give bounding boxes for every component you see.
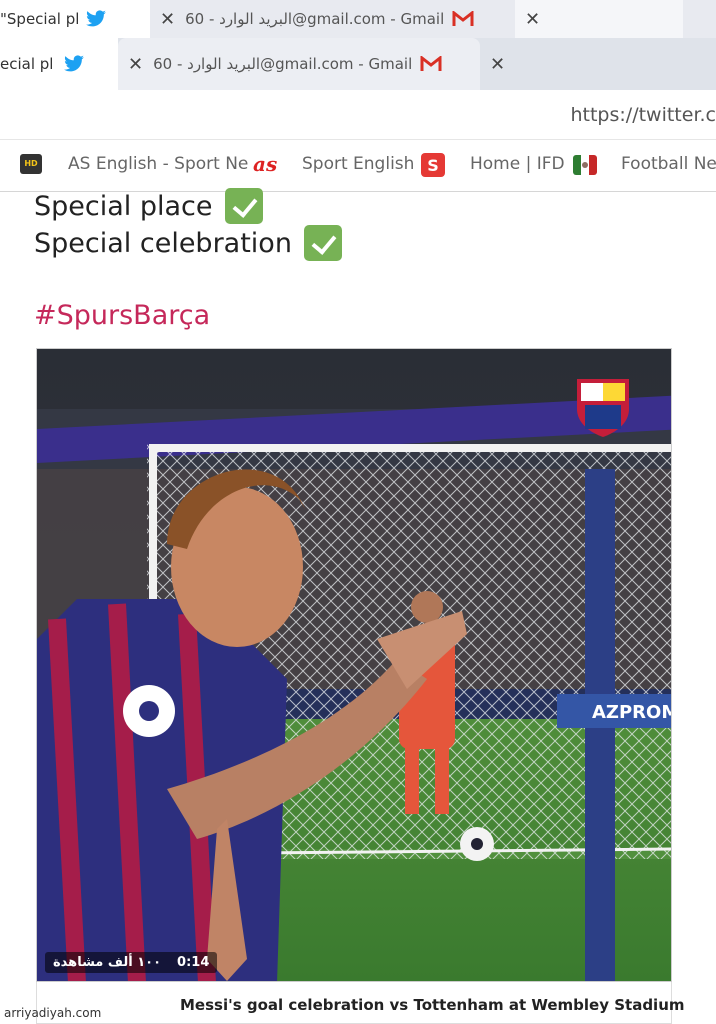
- tab-label: البريد الوارد - 60@gmail.com - Gmail: [185, 10, 445, 28]
- tab-label: البريد الوارد - 60@gmail.com - Gmail: [153, 55, 413, 73]
- twitter-bird-icon: [64, 55, 85, 72]
- tab-strip: ecial pl ✕ البريد الوارد - 60@gmail.com …: [0, 38, 716, 90]
- as-logo-icon: as: [253, 152, 278, 176]
- close-icon[interactable]: ✕: [160, 9, 175, 30]
- hd-icon: HD: [20, 154, 42, 174]
- video-caption: Messi's goal celebration vs Tottenham at…: [180, 996, 685, 1014]
- check-mark-icon: [224, 188, 263, 224]
- close-icon[interactable]: ✕: [490, 54, 505, 75]
- tab-empty-back[interactable]: ✕: [515, 0, 683, 38]
- tweet-line-1: Special place: [34, 188, 263, 224]
- bookmark-football-news[interactable]: Football Ne: [621, 154, 716, 174]
- tab-gmail-back[interactable]: ✕ البريد الوارد - 60@gmail.com - Gmail: [150, 0, 515, 38]
- s-logo-icon: S: [421, 153, 445, 177]
- view-count: ١٠٠ ألف مشاهدة: [53, 955, 162, 970]
- bookmark-label: Home | IFD: [470, 154, 565, 174]
- tab-gmail[interactable]: ✕ البريد الوارد - 60@gmail.com - Gmail: [118, 38, 480, 90]
- video-frame: AZPROM: [37, 349, 672, 981]
- twitter-bird-icon: [86, 10, 107, 27]
- close-icon[interactable]: ✕: [128, 54, 143, 75]
- hashtag-link[interactable]: #SpursBarça: [34, 300, 210, 331]
- tweet-text: Special celebration: [34, 227, 292, 259]
- video-player[interactable]: AZPROM ١٠٠ ألف مشاهدة 0:14: [36, 348, 672, 982]
- check-mark-icon: [303, 225, 342, 261]
- video-meta: ١٠٠ ألف مشاهدة 0:14: [45, 952, 218, 973]
- bookmark-as-english[interactable]: AS English - Sport Ne: [68, 154, 248, 174]
- gmail-icon: [420, 56, 442, 71]
- bookmark-home-ifd[interactable]: Home | IFD: [470, 154, 565, 174]
- url-text[interactable]: https://twitter.c: [570, 104, 716, 126]
- tab-label: "Special pl: [0, 10, 80, 28]
- tab-label: ecial pl: [0, 55, 54, 73]
- gmail-icon: [452, 11, 474, 26]
- tab-twitter[interactable]: ecial pl: [0, 38, 118, 90]
- bookmark-label: AS English - Sport Ne: [68, 154, 249, 174]
- address-bar[interactable]: https://twitter.c: [0, 90, 716, 140]
- video-caption-box[interactable]: Messi's goal celebration vs Tottenham at…: [36, 982, 685, 1024]
- tweet-text: Special place: [34, 190, 213, 222]
- video-duration: 0:14: [177, 955, 210, 970]
- tab-empty[interactable]: ✕: [480, 38, 716, 90]
- mexico-flag-icon: [573, 155, 597, 175]
- bookmark-label: Sport English: [302, 154, 415, 174]
- bookmarks-bar: HD AS English - Sport Ne as Sport Englis…: [0, 140, 716, 192]
- tab-strip-back: "Special pl ✕ البريد الوارد - 60@gmail.c…: [0, 0, 716, 38]
- ad-board-text: AZPROM: [592, 702, 672, 723]
- watermark: arriyadiyah.com: [4, 1006, 102, 1020]
- bookmark-sport-english[interactable]: Sport English: [302, 154, 414, 174]
- tweet-line-2: Special celebration: [34, 225, 342, 261]
- close-icon[interactable]: ✕: [525, 9, 540, 30]
- tab-twitter-back[interactable]: "Special pl: [0, 0, 150, 38]
- bookmark-label: Football Ne: [621, 154, 716, 174]
